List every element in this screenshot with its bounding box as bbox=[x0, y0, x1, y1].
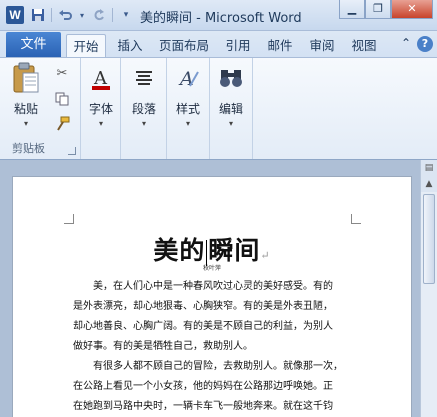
margin-marker-top-right bbox=[351, 214, 361, 224]
minimize-ribbon-icon[interactable]: ⌃ bbox=[401, 36, 411, 52]
body-line: 做好事。有的美是牺牲自己，救助别人。 bbox=[73, 341, 253, 352]
tab-mailings[interactable]: 邮件 bbox=[262, 34, 298, 57]
tab-page-layout[interactable]: 页面布局 bbox=[154, 34, 214, 57]
font-group: A 字体 ▾ bbox=[81, 58, 121, 159]
tab-home[interactable]: 开始 bbox=[66, 34, 106, 57]
restore-icon[interactable]: ❐ bbox=[365, 0, 391, 19]
paste-button[interactable]: 粘贴 ▾ bbox=[6, 62, 46, 128]
help-icon[interactable]: ? bbox=[417, 36, 433, 52]
paste-dropdown-icon: ▾ bbox=[23, 119, 28, 128]
title-bar: W ▾ ▾ 美的瞬间 - Microsoft Word ▁ ❐ ✕ bbox=[0, 0, 437, 31]
tab-review[interactable]: 审阅 bbox=[304, 34, 340, 57]
margin-marker-top-left bbox=[64, 214, 74, 224]
copy-icon[interactable] bbox=[53, 90, 71, 108]
font-icon: A bbox=[84, 62, 118, 94]
paste-icon bbox=[9, 62, 43, 94]
ribbon-tabs: 文件 开始 插入 页面布局 引用 邮件 审阅 视图 ⌃ ? bbox=[0, 31, 437, 57]
styles-dropdown-icon: ▾ bbox=[185, 119, 190, 128]
body-line: 有很多人都不顾自己的冒险，去救助别人。就像那一次， bbox=[93, 361, 343, 372]
styles-group: A 样式 ▾ bbox=[167, 58, 210, 159]
paste-label: 粘贴 bbox=[13, 102, 38, 116]
tab-row-icons: ⌃ ? bbox=[401, 36, 433, 52]
paragraph-group: 段落 ▾ bbox=[121, 58, 167, 159]
svg-text:A: A bbox=[93, 68, 108, 89]
document-body[interactable]: 美，在人们心中是一种春风吹过心灵的美好感受。有的 是外表漂亮，却心地狠毒、心胸狭… bbox=[73, 277, 363, 417]
scrollbar-thumb[interactable] bbox=[423, 194, 435, 284]
body-line: 在她跑到马路中央时，一辆卡车飞一般地奔来。就在这千钧 bbox=[73, 401, 333, 412]
tab-references[interactable]: 引用 bbox=[220, 34, 256, 57]
scroll-up-icon[interactable]: ▲ bbox=[421, 176, 437, 192]
body-line: 是外表漂亮，却心地狠毒、心胸狭窄。有的美是外表丑陋， bbox=[73, 301, 333, 312]
minimize-icon[interactable]: ▁ bbox=[339, 0, 365, 19]
styles-button[interactable]: A 样式 ▾ bbox=[168, 62, 208, 128]
title-text-after-caret: 瞬间 bbox=[208, 236, 261, 265]
document-title[interactable]: 美的 瞬间↵ bbox=[13, 231, 411, 267]
word-app-icon[interactable]: W bbox=[6, 6, 24, 24]
document-author: 秋叶萍 bbox=[202, 265, 221, 272]
font-button[interactable]: A 字体 ▾ bbox=[81, 62, 121, 128]
quick-access-toolbar: ▾ ▾ bbox=[30, 7, 134, 23]
view-ruler-icon[interactable]: ▤ bbox=[421, 160, 437, 176]
vertical-scrollbar[interactable]: ▤ ▲ bbox=[420, 160, 437, 417]
editing-button[interactable]: 编辑 ▾ bbox=[211, 62, 251, 128]
save-icon[interactable] bbox=[30, 7, 46, 23]
body-line: 却心地善良、心胸广阔。有的美是不顾自己的利益，为别人 bbox=[73, 321, 333, 332]
paragraph-icon bbox=[127, 62, 161, 94]
binoculars-icon bbox=[214, 62, 248, 94]
body-line: 在公路上看见一个小女孩，他的妈妈在公路那边呼唤她。正 bbox=[73, 381, 333, 392]
editing-group: 编辑 ▾ bbox=[210, 58, 253, 159]
styles-icon: A bbox=[171, 62, 205, 94]
editing-dropdown-icon: ▾ bbox=[228, 119, 233, 128]
document-area: 美的 瞬间↵ 秋叶萍 美，在人们心中是一种春风吹过心灵的美好感受。有的 是外表漂亮… bbox=[0, 160, 437, 417]
qat-separator bbox=[51, 8, 52, 22]
title-text-before-caret: 美的 bbox=[153, 236, 206, 265]
font-dropdown-icon: ▾ bbox=[98, 119, 103, 128]
format-painter-icon[interactable] bbox=[53, 115, 71, 133]
window-controls: ▁ ❐ ✕ bbox=[339, 0, 433, 19]
font-label: 字体 bbox=[88, 102, 113, 116]
ribbon: 粘贴 ▾ ✂ 剪贴板 A 字体 ▾ 段落 ▾ A 样式 ▾ 编辑 ▾ bbox=[0, 57, 437, 160]
customize-qat-icon[interactable]: ▾ bbox=[118, 7, 134, 23]
body-line: 美，在人们心中是一种春风吹过心灵的美好感受。有的 bbox=[93, 281, 333, 292]
window-title: 美的瞬间 - Microsoft Word bbox=[140, 11, 302, 26]
close-icon[interactable]: ✕ bbox=[391, 0, 433, 19]
undo-dropdown-icon[interactable]: ▾ bbox=[78, 7, 86, 23]
clipboard-launcher-icon[interactable] bbox=[68, 147, 76, 155]
paragraph-mark: ↵ bbox=[260, 249, 271, 262]
editing-label: 编辑 bbox=[218, 102, 243, 116]
svg-text:A: A bbox=[178, 68, 194, 90]
document-page[interactable]: 美的 瞬间↵ 秋叶萍 美，在人们心中是一种春风吹过心灵的美好感受。有的 是外表漂亮… bbox=[12, 176, 412, 417]
tab-view[interactable]: 视图 bbox=[346, 34, 382, 57]
clipboard-group: 粘贴 ▾ ✂ 剪贴板 bbox=[0, 58, 81, 159]
cut-icon[interactable]: ✂ bbox=[53, 64, 71, 82]
paragraph-label: 段落 bbox=[131, 102, 156, 116]
redo-icon[interactable] bbox=[91, 7, 107, 23]
tab-file[interactable]: 文件 bbox=[6, 32, 61, 57]
qat-separator bbox=[112, 8, 113, 22]
undo-icon[interactable] bbox=[57, 7, 73, 23]
paragraph-button[interactable]: 段落 ▾ bbox=[124, 62, 164, 128]
styles-label: 样式 bbox=[175, 102, 200, 116]
tab-insert[interactable]: 插入 bbox=[112, 34, 148, 57]
paragraph-dropdown-icon: ▾ bbox=[141, 119, 146, 128]
